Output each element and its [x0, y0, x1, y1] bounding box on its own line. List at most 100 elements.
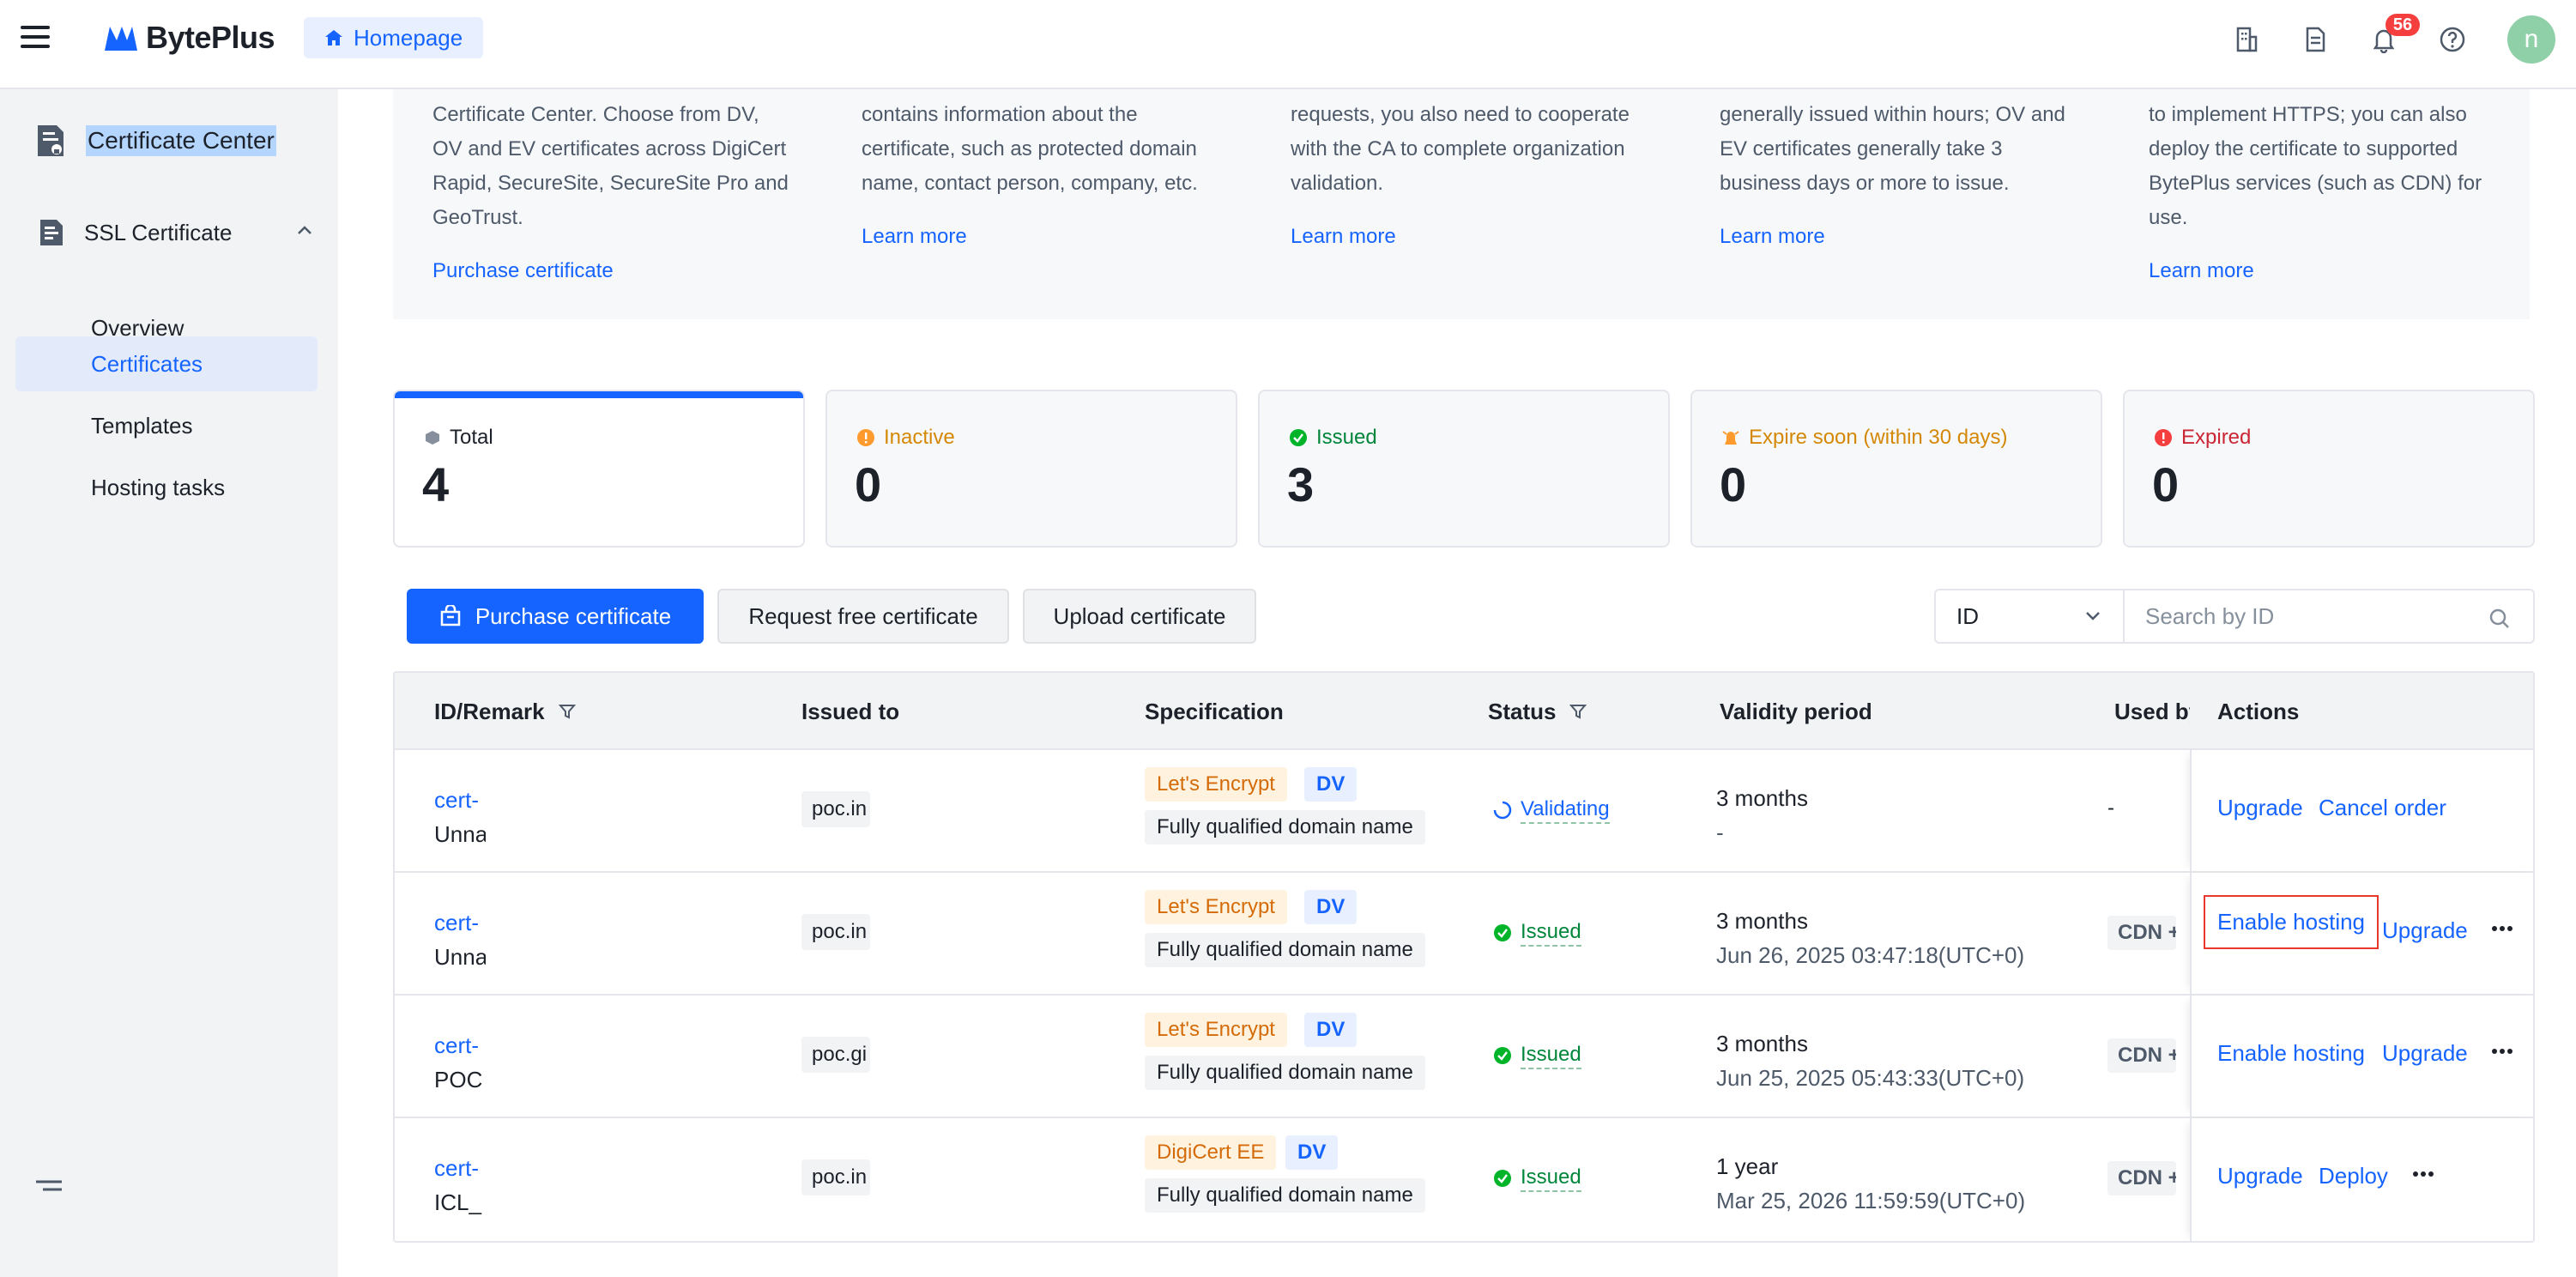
- learn-more-link[interactable]: Learn more: [1291, 220, 1651, 254]
- enable-hosting-link[interactable]: Enable hosting: [2204, 895, 2379, 949]
- top-bar: BytePlus Homepage 56 n: [0, 0, 2576, 89]
- notification-count-badge: 56: [2386, 14, 2420, 36]
- status-text[interactable]: Issued: [1521, 1042, 1581, 1069]
- used-by-tag[interactable]: CDN +1: [2107, 916, 2176, 950]
- sidebar-item-hosting-tasks[interactable]: Hosting tasks: [15, 460, 317, 515]
- status-text[interactable]: Issued: [1521, 1165, 1581, 1192]
- search-input[interactable]: [2145, 602, 2471, 630]
- purchase-certificate-link[interactable]: Purchase certificate: [432, 254, 793, 288]
- cancel-order-link[interactable]: Cancel order: [2319, 795, 2446, 821]
- home-icon: [325, 30, 342, 45]
- deploy-link[interactable]: Deploy: [2319, 1163, 2388, 1189]
- top-icon-group: 56 n: [2233, 14, 2555, 65]
- actions-cell: Enable hosting Upgrade: [2190, 873, 2533, 994]
- byteplus-logo-icon: [105, 27, 137, 51]
- upgrade-link[interactable]: Upgrade: [2382, 917, 2468, 944]
- notifications-button[interactable]: 56: [2370, 14, 2420, 54]
- validation-type-tag: DV: [1304, 767, 1358, 802]
- certificate-center-icon: [38, 125, 63, 156]
- ca-tag: Let's Encrypt: [1145, 890, 1287, 924]
- stat-card-total[interactable]: Total 4: [393, 390, 805, 548]
- id-remark-cell: cert- Unna: [434, 783, 486, 851]
- search-field-select[interactable]: ID: [1934, 589, 2125, 644]
- validity-duration: 3 months: [1716, 1031, 1808, 1056]
- sidebar-group-label: SSL Certificate: [84, 219, 233, 245]
- main-content: Certificate Center. Choose from DV, OV a…: [338, 89, 2576, 1277]
- learn-more-link[interactable]: Learn more: [1720, 220, 2080, 254]
- more-actions-icon[interactable]: [2492, 926, 2513, 933]
- request-free-certificate-button[interactable]: Request free certificate: [717, 589, 1009, 644]
- filter-icon[interactable]: [558, 703, 576, 720]
- sidebar-item-templates[interactable]: Templates: [15, 398, 317, 453]
- domain-type-tag: Fully qualified domain name: [1145, 1178, 1425, 1213]
- sidebar-item-certificates[interactable]: Certificates: [15, 336, 317, 391]
- upgrade-link[interactable]: Upgrade: [2217, 795, 2303, 821]
- stat-value: 3: [1287, 457, 1315, 511]
- building-icon[interactable]: [2233, 26, 2260, 53]
- collapse-sidebar-icon[interactable]: [34, 1179, 63, 1196]
- sidebar-group-ssl-certificate[interactable]: SSL Certificate: [38, 218, 312, 247]
- upgrade-link[interactable]: Upgrade: [2217, 1163, 2303, 1189]
- check-circle-icon: [1494, 1047, 1511, 1064]
- certificate-id-link[interactable]: cert-: [434, 1151, 486, 1185]
- status-cell: Issued: [1493, 1042, 1581, 1069]
- upload-certificate-button[interactable]: Upload certificate: [1023, 589, 1256, 644]
- alarm-icon: [1722, 431, 1739, 445]
- guide-step: to implement HTTPS; you can also deploy …: [2149, 98, 2509, 288]
- status-text[interactable]: Validating: [1521, 796, 1610, 824]
- product-title[interactable]: Certificate Center: [34, 124, 276, 158]
- issued-to-domain: poc.in: [801, 1159, 870, 1195]
- guide-step: requests, you also need to cooperate wit…: [1291, 98, 1651, 254]
- domain-type-tag: Fully qualified domain name: [1145, 933, 1425, 967]
- actions-cell: Upgrade Deploy: [2190, 1118, 2533, 1241]
- user-avatar[interactable]: n: [2507, 15, 2555, 64]
- learn-more-link[interactable]: Learn more: [862, 220, 1222, 254]
- more-actions-icon[interactable]: [2492, 1049, 2513, 1056]
- expiry-date: -: [1716, 820, 1724, 845]
- actions-cell: Enable hosting Upgrade: [2190, 996, 2533, 1117]
- status-text[interactable]: Issued: [1521, 919, 1581, 947]
- certificate-id-link[interactable]: cert-: [434, 1028, 486, 1062]
- homepage-button[interactable]: Homepage: [304, 17, 484, 58]
- used-by-tag[interactable]: CDN +1: [2107, 1161, 2176, 1195]
- validity-cell: 3 months -: [1716, 781, 1808, 850]
- enable-hosting-link[interactable]: Enable hosting: [2217, 1040, 2365, 1067]
- brand-logo[interactable]: BytePlus: [103, 17, 275, 58]
- validity-cell: 1 year Mar 25, 2026 11:59:59(UTC+0): [1716, 1149, 2025, 1218]
- stat-card-inactive[interactable]: Inactive 0: [825, 390, 1237, 548]
- actions-cell: Upgrade Cancel order: [2190, 750, 2533, 871]
- help-icon[interactable]: [2439, 26, 2466, 53]
- menu-icon[interactable]: [19, 21, 53, 55]
- purchase-certificate-button[interactable]: Purchase certificate: [407, 589, 704, 644]
- certificates-table: ID/Remark Issued to Specification Status…: [393, 671, 2535, 1243]
- sidebar-item-label: Certificates: [91, 350, 203, 377]
- chevron-up-icon[interactable]: [297, 225, 312, 235]
- certificate-id-link[interactable]: cert-: [434, 783, 486, 817]
- validity-duration: 1 year: [1716, 1153, 1779, 1179]
- certificate-remark: ICL_: [434, 1189, 481, 1215]
- document-icon[interactable]: [2301, 26, 2329, 53]
- certificate-id-link[interactable]: cert-: [434, 905, 486, 940]
- homepage-label: Homepage: [354, 24, 463, 51]
- used-by-cell: CDN +1: [2107, 1038, 2176, 1079]
- stat-value: 0: [1720, 457, 1747, 511]
- cube-icon: [426, 431, 439, 445]
- stat-label-text: Expire soon (within 30 days): [1749, 426, 2008, 449]
- used-by-tag[interactable]: CDN +1: [2107, 1038, 2176, 1073]
- column-header-validity: Validity period: [1720, 698, 1872, 724]
- learn-more-link[interactable]: Learn more: [2149, 254, 2509, 288]
- stat-card-expire-soon[interactable]: Expire soon (within 30 days) 0: [1690, 390, 2102, 548]
- more-actions-icon[interactable]: [2413, 1171, 2434, 1178]
- filter-icon[interactable]: [1569, 703, 1587, 720]
- upgrade-link[interactable]: Upgrade: [2382, 1040, 2468, 1067]
- used-by-cell: CDN +1: [2107, 916, 2176, 956]
- search-icon[interactable]: [2488, 608, 2511, 630]
- stat-card-issued[interactable]: Issued 3: [1258, 390, 1670, 548]
- issued-to-domain: poc.gi: [801, 1037, 870, 1073]
- stat-card-expired[interactable]: Expired 0: [2123, 390, 2535, 548]
- column-header-label: Status: [1488, 698, 1557, 724]
- status-cell: Issued: [1493, 1165, 1581, 1192]
- issued-to-domain: poc.in: [801, 791, 870, 827]
- column-header-id: ID/Remark: [434, 673, 576, 750]
- id-remark-cell: cert- Unna: [434, 905, 486, 974]
